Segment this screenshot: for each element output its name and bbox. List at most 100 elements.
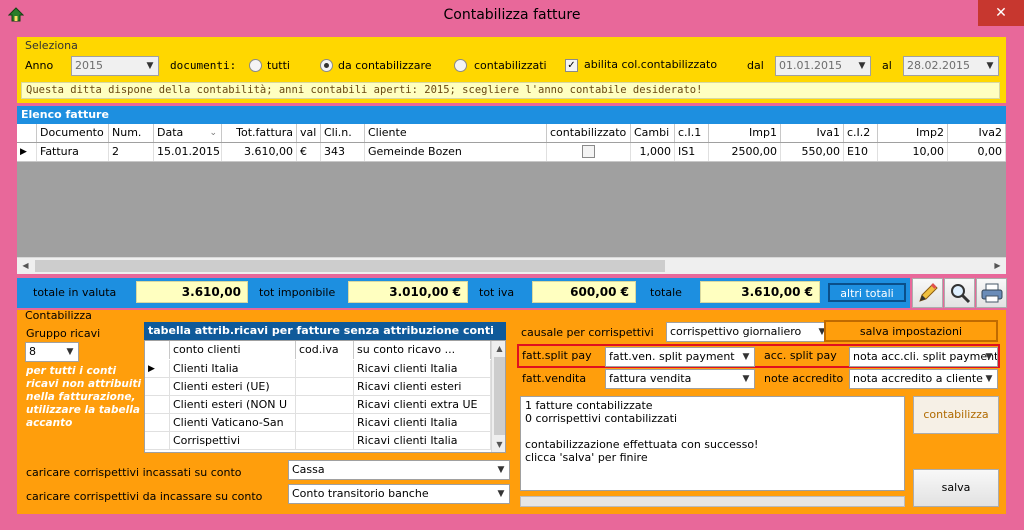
scroll-down-icon[interactable]: ▼ bbox=[492, 437, 505, 452]
incassati-select[interactable]: Cassa ▼ bbox=[288, 460, 510, 480]
table-row[interactable]: Corrispettivi Ricavi clienti Italia bbox=[145, 432, 491, 450]
scroll-left-icon[interactable]: ◀ bbox=[17, 258, 34, 274]
chevron-down-icon: ▼ bbox=[742, 352, 750, 362]
cell-conto-clienti: Corrispettivi bbox=[170, 432, 296, 450]
radio-contabilizzati-label[interactable]: contabilizzati bbox=[474, 59, 547, 73]
causale-select[interactable]: corrispettivo giornaliero ▼ bbox=[666, 322, 831, 342]
column-header[interactable]: c.I.1 bbox=[675, 124, 709, 142]
column-header[interactable]: cod.iva bbox=[296, 341, 354, 359]
column-header[interactable]: Iva2 bbox=[948, 124, 1006, 142]
salva-impostazioni-button[interactable]: salva impostazioni bbox=[824, 320, 998, 342]
radio-contabilizzati[interactable] bbox=[454, 59, 467, 72]
chevron-down-icon: ▼ bbox=[985, 352, 993, 362]
attrib-table-title: tabella attrib.ricavi per fatture senza … bbox=[144, 322, 506, 340]
cell-ci2: E10 bbox=[844, 143, 878, 161]
column-header[interactable]: Cli.n. bbox=[321, 124, 365, 142]
abilita-checkbox[interactable]: ✓ bbox=[565, 59, 578, 72]
table-row[interactable]: ▶ Fattura 2 15.01.2015 3.610,00 € 343 Ge… bbox=[17, 143, 1006, 162]
column-header[interactable]: Imp2 bbox=[878, 124, 948, 142]
print-button[interactable] bbox=[976, 278, 1007, 308]
totale-valuta-value: 3.610,00 bbox=[136, 281, 248, 303]
radio-da-contabilizzare[interactable] bbox=[320, 59, 333, 72]
edit-button[interactable] bbox=[912, 278, 943, 308]
column-header[interactable]: su conto ricavo ... bbox=[354, 341, 491, 359]
radio-tutti[interactable] bbox=[249, 59, 262, 72]
note-accredito-select[interactable]: nota accredito a cliente ▼ bbox=[849, 369, 998, 389]
fatture-grid[interactable]: Documento Num. Data ⌄ Tot.fattura val Cli… bbox=[17, 124, 1006, 274]
table-row[interactable]: ▶ Clienti Italia Ricavi clienti Italia bbox=[145, 360, 491, 378]
vertical-scrollbar[interactable]: ▲ ▼ bbox=[491, 341, 505, 452]
abilita-label[interactable]: abilita col.contabilizzato bbox=[584, 58, 717, 72]
attrib-table[interactable]: conto clienti cod.iva su conto ricavo ..… bbox=[144, 340, 506, 453]
column-header[interactable]: Tot.fattura bbox=[222, 124, 297, 142]
acc-split-select[interactable]: nota acc.cli. split payment ▼ bbox=[849, 347, 998, 367]
tot-imponibile-value: 3.010,00 € bbox=[348, 281, 468, 303]
contabilizzato-checkbox[interactable] bbox=[582, 145, 595, 158]
column-header[interactable]: conto clienti bbox=[170, 341, 296, 359]
chevron-down-icon: ▼ bbox=[146, 61, 154, 71]
dal-date-picker[interactable]: 01.01.2015 ▼ bbox=[775, 56, 871, 76]
gruppo-ricavi-select[interactable]: 8 ▼ bbox=[25, 342, 79, 362]
chevron-down-icon: ▼ bbox=[985, 374, 993, 384]
al-date-picker[interactable]: 28.02.2015 ▼ bbox=[903, 56, 999, 76]
column-header[interactable]: Cambi bbox=[631, 124, 675, 142]
grid-header-row: Documento Num. Data ⌄ Tot.fattura val Cli… bbox=[17, 124, 1006, 142]
tot-iva-label: tot iva bbox=[479, 286, 515, 299]
column-header[interactable] bbox=[145, 341, 170, 359]
column-header[interactable]: val bbox=[297, 124, 321, 142]
row-selector-icon: ▶ bbox=[145, 360, 170, 378]
fatt-vendita-select[interactable]: fattura vendita ▼ bbox=[605, 369, 755, 389]
contabilizza-button[interactable]: contabilizza bbox=[913, 396, 999, 434]
column-header[interactable]: Iva1 bbox=[781, 124, 844, 142]
scroll-thumb[interactable] bbox=[494, 357, 505, 435]
cell-cliente: Gemeinde Bozen bbox=[365, 143, 547, 161]
horizontal-scrollbar[interactable]: ◀ ▶ bbox=[17, 257, 1006, 274]
chevron-down-icon: ▼ bbox=[742, 374, 750, 384]
cell-conto-ricavo: Ricavi clienti esteri bbox=[354, 378, 491, 396]
table-row[interactable]: Clienti esteri (UE) Ricavi clienti ester… bbox=[145, 378, 491, 396]
column-header[interactable] bbox=[17, 124, 37, 142]
causale-label: causale per corrispettivi bbox=[521, 326, 654, 339]
seleziona-legend: Seleziona bbox=[25, 39, 78, 52]
chevron-down-icon: ▼ bbox=[986, 61, 994, 71]
column-header[interactable]: Imp1 bbox=[709, 124, 781, 142]
da-incassare-label: caricare corrispettivi da incassare su c… bbox=[26, 490, 263, 503]
search-button[interactable] bbox=[944, 278, 975, 308]
da-incassare-select[interactable]: Conto transitorio banche ▼ bbox=[288, 484, 510, 504]
totale-valuta-label: totale in valuta bbox=[33, 286, 117, 299]
table-row[interactable]: Clienti esteri (NON U Ricavi clienti ext… bbox=[145, 396, 491, 414]
column-header[interactable]: Data ⌄ bbox=[154, 124, 222, 142]
column-header[interactable]: c.I.2 bbox=[844, 124, 878, 142]
cell-cli-n: 343 bbox=[321, 143, 365, 161]
radio-tutti-label[interactable]: tutti bbox=[267, 59, 290, 73]
scroll-up-icon[interactable]: ▲ bbox=[492, 341, 505, 356]
tot-iva-value: 600,00 € bbox=[532, 281, 636, 303]
cell-ci1: IS1 bbox=[675, 143, 709, 161]
column-header[interactable]: Cliente bbox=[365, 124, 547, 142]
altri-totali-button[interactable]: altri totali bbox=[828, 283, 906, 302]
anno-select[interactable]: 2015 ▼ bbox=[71, 56, 159, 76]
close-button[interactable]: ✕ bbox=[978, 0, 1024, 26]
row-selector bbox=[145, 378, 170, 396]
table-row[interactable]: Clienti Vaticano-San Ricavi clienti Ital… bbox=[145, 414, 491, 432]
column-header[interactable]: contabilizzato bbox=[547, 124, 631, 142]
tot-imponibile-label: tot imponibile bbox=[259, 286, 336, 299]
chevron-down-icon: ▼ bbox=[858, 61, 866, 71]
totale-label: totale bbox=[650, 286, 682, 299]
scroll-thumb[interactable] bbox=[35, 260, 665, 272]
radio-da-contabilizzare-label[interactable]: da contabilizzare bbox=[338, 59, 432, 73]
row-selector bbox=[145, 432, 170, 450]
scroll-right-icon[interactable]: ▶ bbox=[989, 258, 1006, 274]
cell-conto-ricavo: Ricavi clienti Italia bbox=[354, 432, 491, 450]
row-selector-icon: ▶ bbox=[17, 143, 37, 161]
salva-button[interactable]: salva bbox=[913, 469, 999, 507]
anno-label: Anno bbox=[25, 59, 54, 72]
cell-contabilizzato[interactable] bbox=[547, 143, 631, 161]
column-header[interactable]: Num. bbox=[109, 124, 154, 142]
cell-tot-fattura: 3.610,00 bbox=[222, 143, 297, 161]
cell-imp2: 10,00 bbox=[878, 143, 948, 161]
row-selector bbox=[145, 414, 170, 432]
title-bar: Contabilizza fatture ✕ bbox=[0, 0, 1024, 32]
fatt-split-select[interactable]: fatt.ven. split payment ▼ bbox=[605, 347, 755, 367]
column-header[interactable]: Documento bbox=[37, 124, 109, 142]
